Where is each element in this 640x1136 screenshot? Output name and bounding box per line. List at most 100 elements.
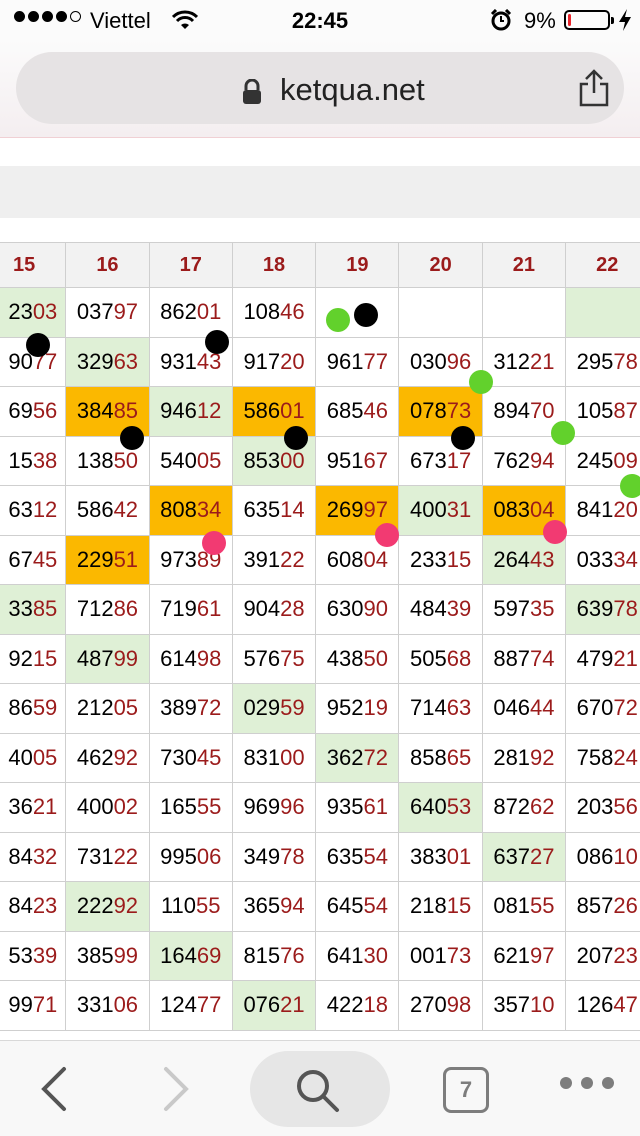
result-cell bbox=[481, 287, 567, 338]
result-cell: 83100 bbox=[231, 732, 317, 783]
number-head: 218 bbox=[410, 893, 447, 919]
result-cell: 20723 bbox=[565, 930, 640, 981]
number-head: 641 bbox=[326, 942, 364, 968]
number-head: 670 bbox=[576, 695, 614, 721]
number-tail: 34 bbox=[196, 497, 222, 523]
result-cell: 38301 bbox=[398, 831, 483, 882]
number-tail: 55 bbox=[196, 893, 221, 919]
result-cell: 32963 bbox=[65, 336, 150, 387]
number-tail: 75 bbox=[280, 645, 305, 671]
result-cell: 3621 bbox=[0, 782, 67, 833]
more-icon[interactable] bbox=[560, 1077, 614, 1089]
address-bar[interactable]: ketqua.net bbox=[16, 52, 624, 124]
number-tail: 45 bbox=[196, 744, 222, 770]
number-head: 081 bbox=[493, 893, 531, 919]
number-tail: 15 bbox=[32, 645, 58, 671]
result-cell: 08610 bbox=[565, 831, 640, 882]
result-cell: 00173 bbox=[398, 930, 483, 981]
result-cell bbox=[398, 287, 483, 338]
number-head: 639 bbox=[576, 596, 614, 622]
number-head: 203 bbox=[576, 794, 614, 820]
result-cell: 40031 bbox=[398, 485, 483, 536]
marker-dot bbox=[26, 333, 50, 357]
number-tail: 14 bbox=[280, 497, 305, 523]
number-tail: 87 bbox=[613, 398, 638, 424]
result-cell: 76294 bbox=[481, 435, 567, 486]
search-icon bbox=[297, 1070, 339, 1112]
number-head: 894 bbox=[493, 398, 531, 424]
number-head: 40 bbox=[8, 744, 33, 770]
status-bar: Viettel 22:45 9% bbox=[0, 0, 640, 40]
lock-icon bbox=[243, 79, 261, 104]
result-cell: 42218 bbox=[315, 980, 400, 1031]
result-cell: 71463 bbox=[398, 683, 483, 734]
result-cell: 1538 bbox=[0, 435, 67, 486]
tabs-icon[interactable]: 7 bbox=[443, 1067, 489, 1113]
number-tail: 19 bbox=[363, 695, 388, 721]
number-head: 99 bbox=[8, 992, 33, 1018]
number-head: 164 bbox=[160, 942, 197, 968]
result-cell: 63978 bbox=[565, 584, 640, 635]
column-header: 20 bbox=[398, 242, 483, 288]
result-cell: 22951 bbox=[65, 534, 150, 585]
result-cell: 96996 bbox=[231, 782, 317, 833]
marker-dot bbox=[120, 426, 144, 450]
number-tail: 24 bbox=[613, 744, 638, 770]
result-cell: 39122 bbox=[231, 534, 317, 585]
number-head: 245 bbox=[576, 447, 614, 473]
number-head: 640 bbox=[410, 794, 447, 820]
column-header: 17 bbox=[148, 242, 233, 288]
number-head: 126 bbox=[576, 992, 614, 1018]
number-head: 138 bbox=[76, 447, 114, 473]
number-head: 951 bbox=[326, 447, 364, 473]
number-tail: 15 bbox=[446, 546, 472, 572]
number-tail: 04 bbox=[530, 497, 555, 523]
number-tail: 70 bbox=[530, 398, 555, 424]
result-cell: 03334 bbox=[565, 534, 640, 585]
number-head: 614 bbox=[160, 645, 197, 671]
number-tail: 31 bbox=[446, 497, 472, 523]
result-cell: 62197 bbox=[481, 930, 567, 981]
result-cell: 6745 bbox=[0, 534, 67, 585]
number-tail: 21 bbox=[280, 992, 305, 1018]
number-head: 576 bbox=[243, 645, 281, 671]
number-head: 487 bbox=[76, 645, 114, 671]
number-tail: 78 bbox=[613, 348, 638, 374]
result-cell bbox=[565, 287, 640, 338]
result-cell: 99506 bbox=[148, 831, 233, 882]
number-head: 731 bbox=[76, 843, 114, 869]
result-cell: 95167 bbox=[315, 435, 400, 486]
number-head: 917 bbox=[243, 348, 281, 374]
number-head: 730 bbox=[160, 744, 197, 770]
search-button[interactable] bbox=[250, 1051, 390, 1127]
number-head: 904 bbox=[243, 596, 281, 622]
column-header: 19 bbox=[315, 242, 400, 288]
number-tail: 59 bbox=[32, 695, 58, 721]
result-cell: 38972 bbox=[148, 683, 233, 734]
battery-level bbox=[568, 14, 571, 26]
number-head: 53 bbox=[8, 942, 33, 968]
number-head: 270 bbox=[410, 992, 447, 1018]
number-head: 597 bbox=[493, 596, 531, 622]
number-head: 887 bbox=[493, 645, 531, 671]
number-tail: 32 bbox=[32, 843, 58, 869]
number-head: 961 bbox=[326, 348, 364, 374]
number-tail: 65 bbox=[446, 744, 472, 770]
share-icon[interactable] bbox=[578, 69, 610, 107]
number-head: 295 bbox=[576, 348, 614, 374]
number-head: 029 bbox=[243, 695, 281, 721]
column-header: 18 bbox=[231, 242, 317, 288]
number-tail: 50 bbox=[363, 645, 388, 671]
result-cell: 31221 bbox=[481, 336, 567, 387]
result-cell: 02959 bbox=[231, 683, 317, 734]
number-tail: 09 bbox=[613, 447, 638, 473]
number-tail: 12 bbox=[32, 497, 58, 523]
forward-icon[interactable] bbox=[156, 1065, 196, 1113]
marker-dot bbox=[202, 531, 226, 555]
number-head: 105 bbox=[576, 398, 614, 424]
number-head: 86 bbox=[8, 695, 33, 721]
result-cell: 21815 bbox=[398, 881, 483, 932]
number-tail: 68 bbox=[446, 645, 472, 671]
back-icon[interactable] bbox=[36, 1065, 76, 1113]
number-head: 384 bbox=[76, 398, 114, 424]
